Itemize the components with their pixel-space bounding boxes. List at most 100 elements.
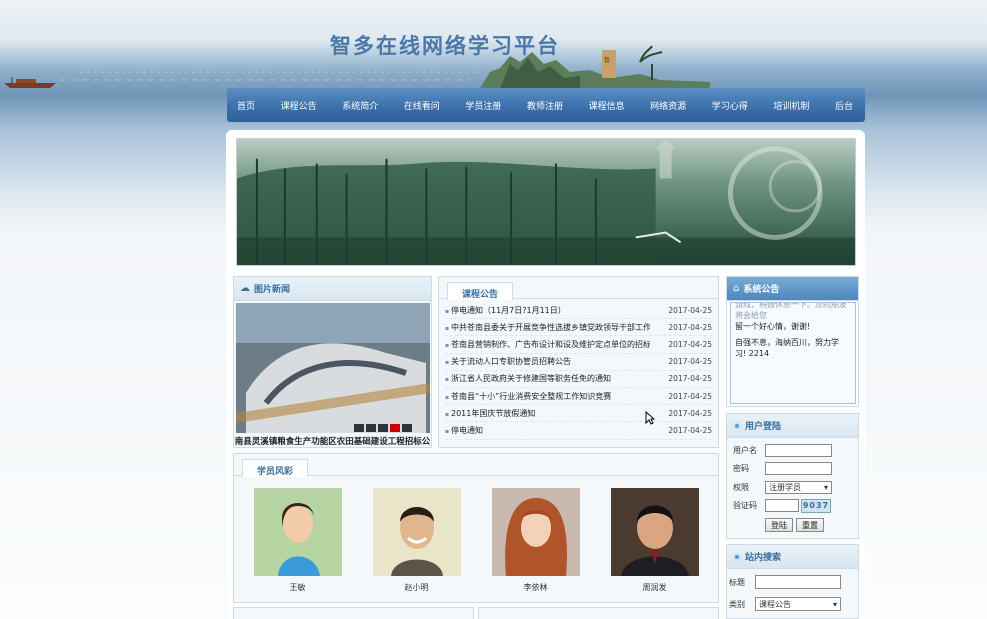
- nav-teacher-register[interactable]: 教师注册: [527, 99, 563, 112]
- notice-date: 2017-04-25: [668, 339, 712, 349]
- captcha-input[interactable]: [765, 499, 799, 513]
- login-box: 用户登陆 用户名 密码 权限 注册学员 ▾ 验证码 9037 登陆 重置: [726, 413, 859, 539]
- student-grid: 王敏 赵小明 李依林 周润发: [234, 476, 718, 593]
- notice-line: 习! 2214: [735, 349, 770, 359]
- mountain-island-illustration: 智: [480, 45, 710, 90]
- photo-news-box: ☁ 图片新闻 南县灵溪镇粮食生产功能区农田基础建设工程招标公: [233, 276, 432, 448]
- category-select[interactable]: 课程公告 ▾: [755, 597, 841, 611]
- photo-news-image[interactable]: [236, 303, 430, 433]
- notice-date: 2017-04-25: [668, 322, 712, 332]
- list-item[interactable]: 2011年国庆节放假通知 2017-04-25: [445, 405, 712, 423]
- reset-button[interactable]: 重置: [796, 518, 824, 532]
- nav-student-register[interactable]: 学员注册: [465, 99, 501, 112]
- student-name: 王敏: [289, 583, 306, 592]
- system-notice-title: 系统公告: [743, 285, 780, 295]
- nav-course-notice[interactable]: 课程公告: [281, 99, 317, 112]
- list-item[interactable]: 苍南县“十小”行业消费安全整规工作知识竞赛 2017-04-25: [445, 388, 712, 406]
- login-button[interactable]: 登陆: [765, 518, 793, 532]
- notice-title[interactable]: 停电通知（11月7日?1月11日）: [445, 305, 566, 316]
- photo-news-header: ☁ 图片新闻: [234, 277, 431, 301]
- role-row: 权限 注册学员 ▾: [727, 478, 858, 497]
- notice-title[interactable]: 关于流动人口专职协管员招聘公告: [445, 356, 571, 367]
- notice-date: 2017-04-25: [668, 391, 712, 401]
- dropdown-arrow-icon: ▾: [832, 599, 837, 609]
- bottom-box-right: [478, 607, 719, 619]
- bullet-icon: [733, 552, 741, 561]
- captcha-row: 验证码 9037: [727, 497, 858, 516]
- nav-home[interactable]: 首页: [237, 99, 255, 112]
- captcha-image[interactable]: 9037: [801, 498, 831, 513]
- course-notice-header: 课程公告: [439, 277, 718, 300]
- student-photo[interactable]: [253, 488, 342, 576]
- site-search-header: 站内搜索: [727, 545, 858, 569]
- notice-title[interactable]: 停电通知: [445, 425, 483, 436]
- bamboo-forest-banner: [236, 138, 856, 266]
- notice-line: 自强不息，海纳百川，努力学: [735, 338, 839, 348]
- nav-admin[interactable]: 后台: [835, 99, 853, 112]
- notice-date: 2017-04-25: [668, 425, 712, 435]
- student-name: 赵小明: [404, 583, 429, 592]
- list-item[interactable]: 停电通知（11月7日?1月11日） 2017-04-25: [445, 302, 712, 320]
- nav-study-notes[interactable]: 学习心得: [712, 99, 748, 112]
- student-card[interactable]: 赵小明: [372, 488, 461, 593]
- keyword-label: 标题: [729, 577, 745, 587]
- mouse-cursor-icon: [645, 411, 655, 425]
- list-item[interactable]: 停电通知 2017-04-25: [445, 422, 712, 440]
- photo-news-caption[interactable]: 南县灵溪镇粮食生产功能区农田基础建设工程招标公: [234, 435, 431, 447]
- login-title: 用户登陆: [745, 422, 782, 432]
- system-notice-box: ⌂ 系统公告 游戏，稍微休息一下。您的朋友将会给您 留一个好心情，谢谢! 自强不…: [726, 276, 859, 407]
- notice-date: 2017-04-25: [668, 408, 712, 418]
- nav-course-info[interactable]: 课程信息: [589, 99, 625, 112]
- category-select-value: 课程公告: [759, 599, 791, 609]
- notice-date: 2017-04-25: [668, 357, 712, 367]
- student-photo[interactable]: [372, 488, 461, 576]
- notice-title[interactable]: 2011年国庆节放假通知: [445, 408, 535, 419]
- student-card[interactable]: 王敏: [253, 488, 342, 593]
- captcha-label: 验证码: [733, 501, 757, 511]
- student-photo[interactable]: [610, 488, 699, 576]
- list-item[interactable]: 苍南县营销制作、广告布设计和设及维护定点单位的招标 2017-04-25: [445, 336, 712, 354]
- role-select[interactable]: 注册学员 ▾: [765, 480, 832, 494]
- tab-course-notice[interactable]: 课程公告: [447, 282, 514, 300]
- list-item[interactable]: 浙江省人民政府关于修建国等职务任免的通知 2017-04-25: [445, 371, 712, 388]
- notice-line: 游戏，稍微休息一下。您的朋友将会给您: [735, 302, 847, 320]
- notice-date: 2017-04-25: [668, 374, 712, 384]
- student-photo[interactable]: [491, 488, 580, 576]
- nav-network-resources[interactable]: 网络资源: [650, 99, 686, 112]
- list-item[interactable]: 中共苍南县委关于开展竞争性选拔乡镇党政领导干部工作 2017-04-25: [445, 319, 712, 337]
- notice-title[interactable]: 苍南县营销制作、广告布设计和设及维护定点单位的招标: [445, 339, 650, 350]
- role-select-value: 注册学员: [769, 482, 801, 492]
- keyword-input[interactable]: [755, 575, 841, 589]
- list-item[interactable]: 关于流动人口专职协管员招聘公告 2017-04-25: [445, 354, 712, 371]
- bullet-icon: [733, 421, 741, 430]
- category-row: 类别 课程公告 ▾: [727, 593, 858, 615]
- student-name: 李依林: [523, 583, 548, 592]
- nav-system-intro[interactable]: 系统简介: [342, 99, 378, 112]
- category-label: 类别: [729, 599, 745, 609]
- system-notice-marquee: 游戏，稍微休息一下。您的朋友将会给您 留一个好心情，谢谢! 自强不息，海纳百川，…: [730, 302, 856, 404]
- site-search-title: 站内搜索: [745, 553, 782, 563]
- password-label: 密码: [733, 464, 749, 474]
- course-notice-list: 停电通知（11月7日?1月11日） 2017-04-25 中共苍南县委关于开展竞争…: [439, 299, 718, 440]
- tab-student-showcase[interactable]: 学员风彩: [242, 459, 309, 477]
- system-notice-header: ⌂ 系统公告: [727, 277, 858, 301]
- nav-online-qa[interactable]: 在线看问: [404, 99, 440, 112]
- student-name: 周润发: [642, 583, 667, 592]
- student-showcase-header: 学员风彩: [234, 454, 718, 477]
- notice-title[interactable]: 苍南县“十小”行业消费安全整规工作知识竞赛: [445, 391, 611, 402]
- bottom-box-left: [233, 607, 474, 619]
- notice-line: 留一个好心情，谢谢!: [735, 321, 811, 331]
- student-card[interactable]: 李依林: [491, 488, 580, 593]
- password-input[interactable]: [765, 462, 832, 476]
- notice-title[interactable]: 中共苍南县委关于开展竞争性选拔乡镇党政领导干部工作: [445, 322, 650, 333]
- photo-news-title: 图片新闻: [254, 285, 291, 295]
- nav-training[interactable]: 培训机制: [773, 99, 809, 112]
- dropdown-arrow-icon: ▾: [823, 482, 828, 492]
- notice-title[interactable]: 浙江省人民政府关于修建国等职务任免的通知: [445, 373, 611, 384]
- home-icon: ⌂: [733, 283, 740, 294]
- main-nav: 首页 课程公告 系统简介 在线看问 学员注册 教师注册 课程信息 网络资源 学习…: [227, 88, 865, 122]
- username-input[interactable]: [765, 443, 832, 457]
- role-label: 权限: [733, 482, 749, 492]
- student-card[interactable]: 周润发: [610, 488, 699, 593]
- username-label: 用户名: [733, 445, 757, 455]
